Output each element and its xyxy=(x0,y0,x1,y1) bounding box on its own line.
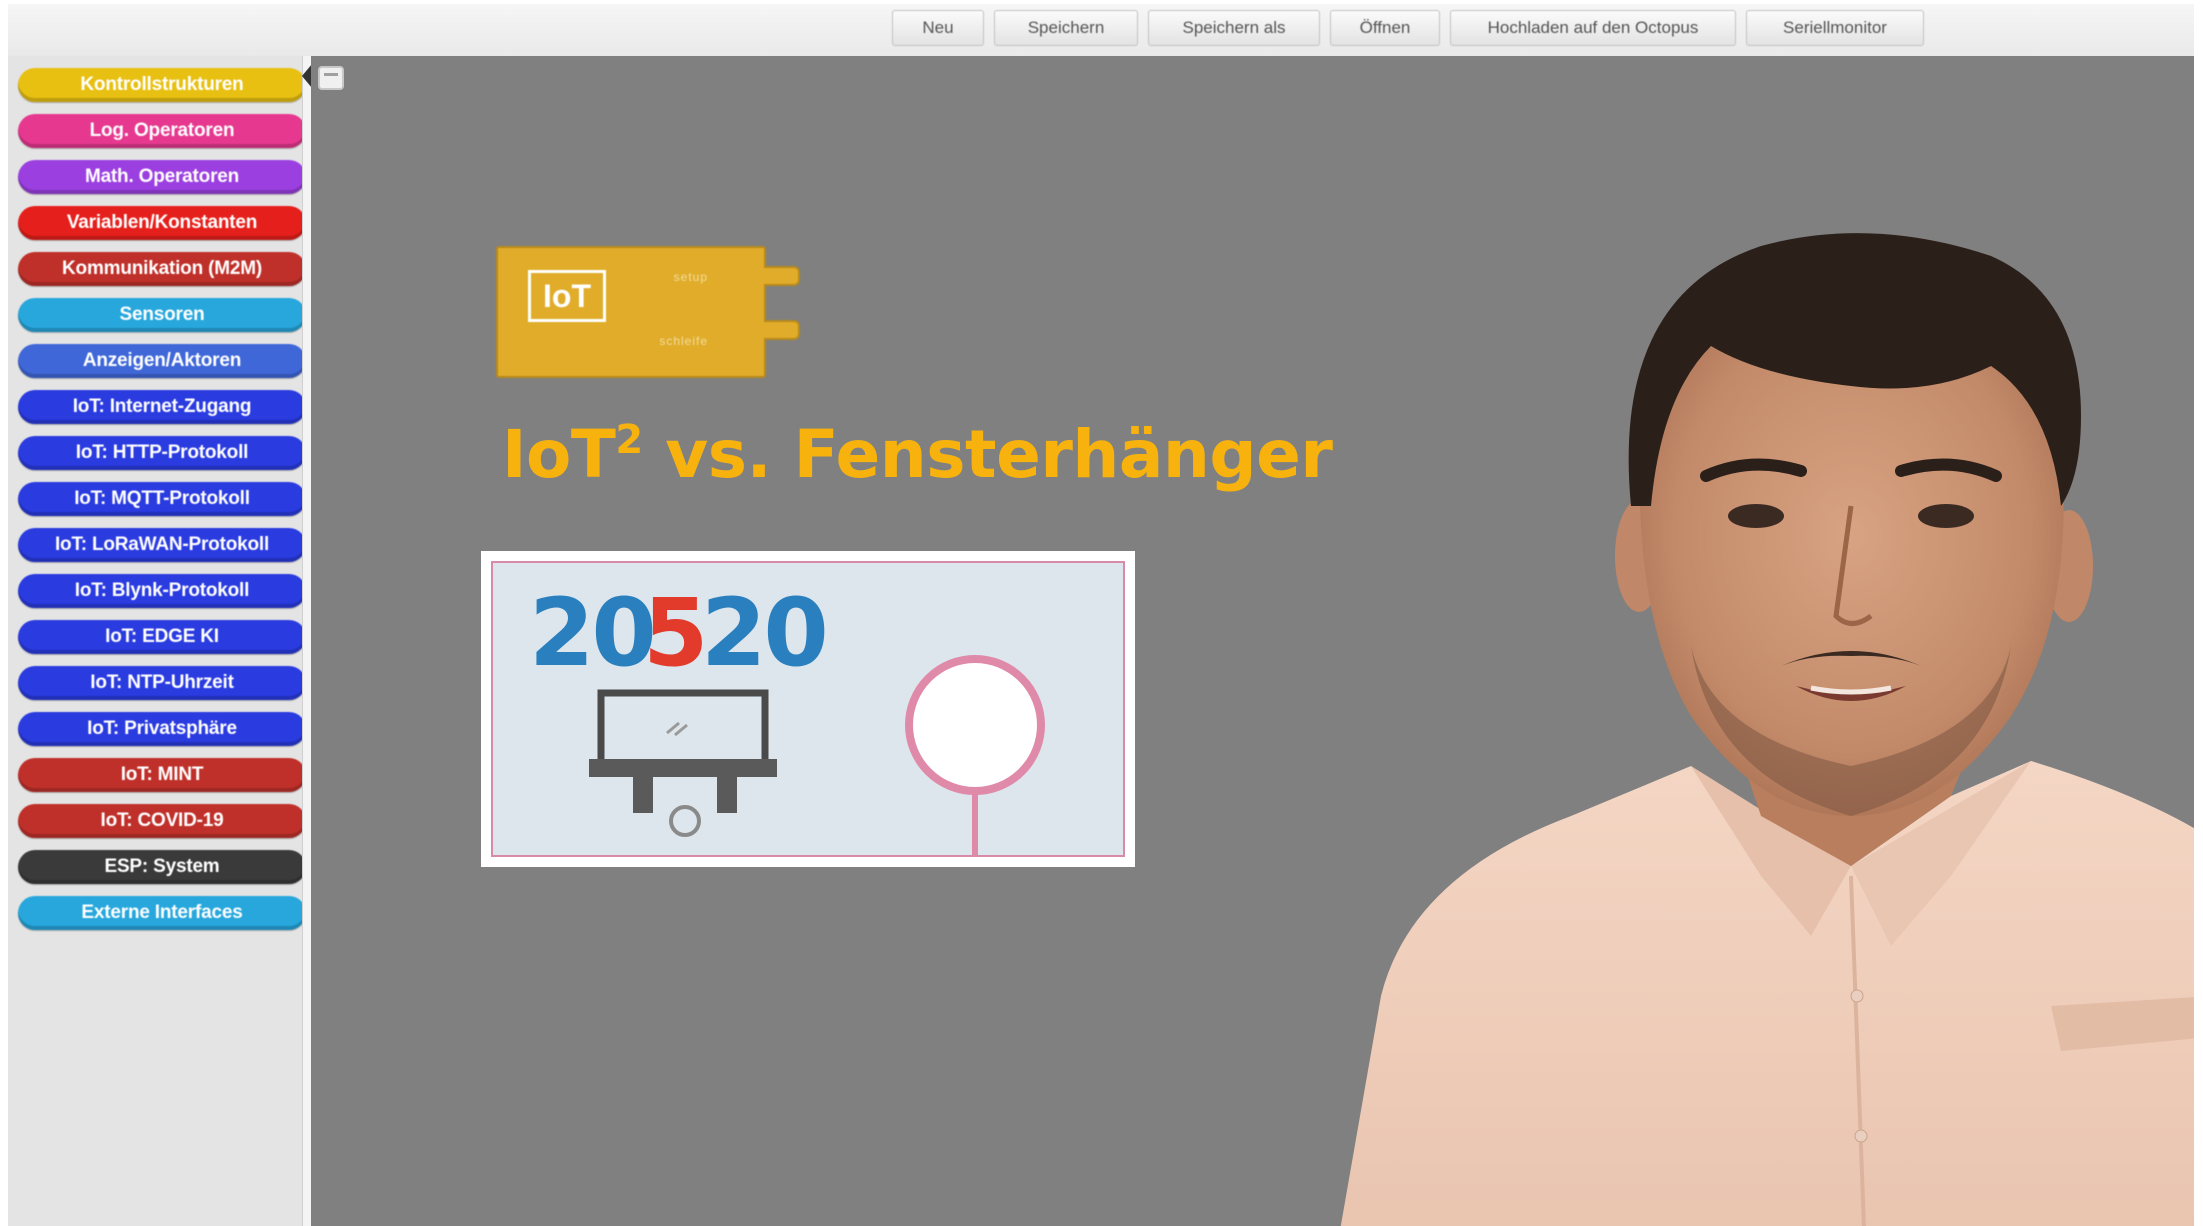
save-button[interactable]: Speichern xyxy=(994,10,1138,46)
project-image-card: 20 5 20 xyxy=(481,551,1135,867)
category-communication-m2m[interactable]: Kommunikation (M2M) xyxy=(18,252,306,286)
block-workspace[interactable]: IoT setup schleife IoT2 vs. Fensterhänge… xyxy=(311,56,2194,1226)
category-math-operators[interactable]: Math. Operatoren xyxy=(18,160,306,194)
project-image: 20 5 20 xyxy=(491,561,1125,857)
collapse-toolbox-button[interactable] xyxy=(318,66,344,90)
left-edge xyxy=(0,0,8,1226)
category-iot-mint[interactable]: IoT: MINT xyxy=(18,758,306,792)
category-iot-mqtt[interactable]: IoT: MQTT-Protokoll xyxy=(18,482,306,516)
headline-rest: vs. Fensterhänger xyxy=(642,416,1333,493)
loop-connector[interactable] xyxy=(764,320,800,340)
loop-slot-label: schleife xyxy=(659,334,708,348)
presenter-video xyxy=(1340,233,2194,1226)
headline-main: IoT xyxy=(502,416,616,493)
category-external-interfaces[interactable]: Externe Interfaces xyxy=(18,896,306,930)
category-esp-system[interactable]: ESP: System xyxy=(18,850,306,884)
video-headline: IoT2 vs. Fensterhänger xyxy=(502,417,1333,488)
serial-monitor-button[interactable]: Seriellmonitor xyxy=(1746,10,1924,46)
category-sidebar: Kontrollstrukturen Log. Operatoren Math.… xyxy=(8,56,306,1226)
setup-connector[interactable] xyxy=(764,266,800,286)
category-iot-ntp-time[interactable]: IoT: NTP-Uhrzeit xyxy=(18,666,306,700)
category-displays-actuators[interactable]: Anzeigen/Aktoren xyxy=(18,344,306,378)
category-control-structures[interactable]: Kontrollstrukturen xyxy=(18,68,306,102)
iot-logo: IoT xyxy=(528,270,606,322)
category-iot-internet-access[interactable]: IoT: Internet-Zugang xyxy=(18,390,306,424)
category-logic-operators[interactable]: Log. Operatoren xyxy=(18,114,306,148)
category-iot-covid-19[interactable]: IoT: COVID-19 xyxy=(18,804,306,838)
toolbar-buttons: Neu Speichern Speichern als Öffnen Hochl… xyxy=(892,10,1924,46)
headline-superscript: 2 xyxy=(615,417,643,463)
iot-program-block[interactable]: IoT setup schleife xyxy=(496,246,800,378)
category-iot-privacy[interactable]: IoT: Privatsphäre xyxy=(18,712,306,746)
category-iot-edge-ki[interactable]: IoT: EDGE KI xyxy=(18,620,306,654)
window-hanger-illustration xyxy=(589,655,1045,855)
new-button[interactable]: Neu xyxy=(892,10,984,46)
save-as-button[interactable]: Speichern als xyxy=(1148,10,1320,46)
right-edge xyxy=(2194,0,2203,1226)
category-iot-http[interactable]: IoT: HTTP-Protokoll xyxy=(18,436,306,470)
category-iot-blynk[interactable]: IoT: Blynk-Protokoll xyxy=(18,574,306,608)
top-toolbar: Neu Speichern Speichern als Öffnen Hochl… xyxy=(8,4,2194,57)
category-iot-lorawan[interactable]: IoT: LoRaWAN-Protokoll xyxy=(18,528,306,562)
upload-to-octopus-button[interactable]: Hochladen auf den Octopus xyxy=(1450,10,1736,46)
category-variables-constants[interactable]: Variablen/Konstanten xyxy=(18,206,306,240)
category-sensors[interactable]: Sensoren xyxy=(18,298,306,332)
setup-slot-label: setup xyxy=(673,270,708,284)
open-button[interactable]: Öffnen xyxy=(1330,10,1440,46)
sidebar-scrollbar[interactable] xyxy=(302,56,311,1226)
